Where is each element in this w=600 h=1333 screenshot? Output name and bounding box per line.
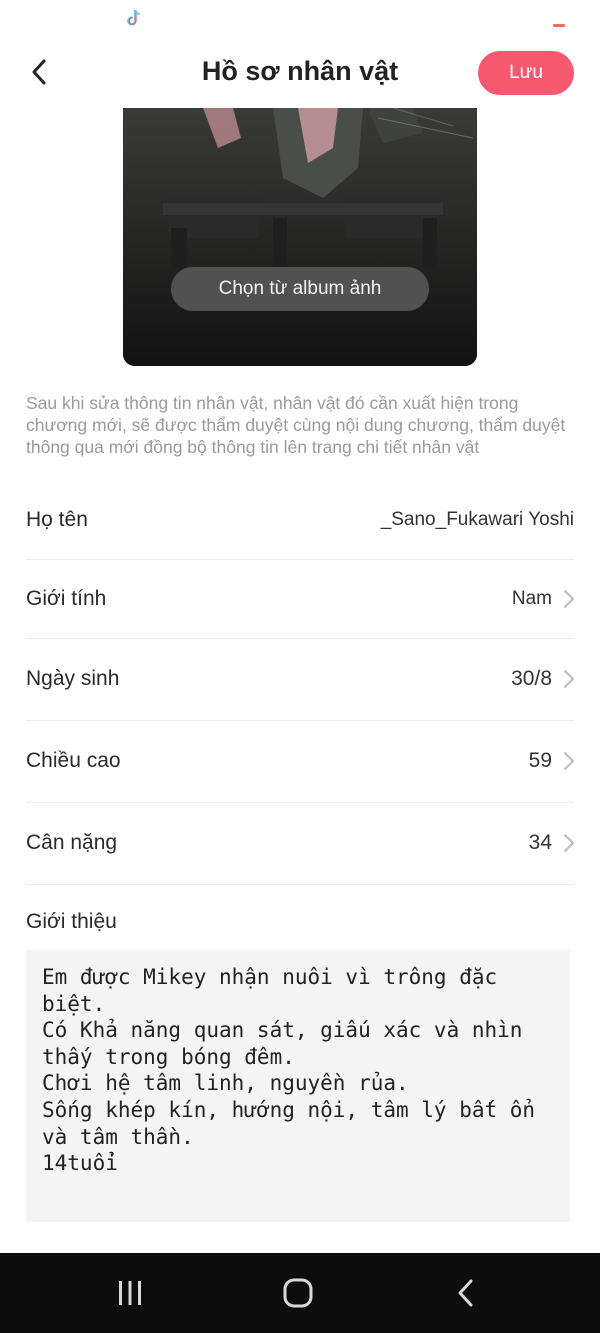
divider (26, 884, 574, 885)
system-nav-bar (0, 1253, 600, 1333)
weight-label: Cân nặng (26, 831, 118, 854)
chevron-right-icon (564, 834, 574, 852)
weight-value-wrap: 34 (529, 831, 574, 855)
character-image[interactable]: Chọn từ album ảnh (123, 108, 477, 366)
home-button[interactable] (268, 1273, 328, 1313)
height-row[interactable]: Chiều cao 59 (26, 740, 574, 782)
divider (26, 638, 574, 639)
name-value: _Sano_Fukawari Yoshi (380, 509, 574, 530)
name-value-wrap: _Sano_Fukawari Yoshi (381, 509, 574, 531)
birthday-value: 30/8 (511, 667, 552, 690)
height-value: 59 (528, 749, 552, 772)
intro-label: Giới thiệu (26, 910, 117, 933)
name-label: Họ tên (26, 508, 88, 531)
recent-apps-icon (119, 1281, 141, 1305)
status-bar (0, 0, 600, 38)
intro-textarea[interactable]: Em được Mikey nhận nuôi vì trông đặc biệ… (26, 950, 570, 1222)
gender-row[interactable]: Giới tính Nam (26, 579, 574, 619)
back-arrow-icon (458, 1279, 473, 1307)
divider (26, 802, 574, 803)
height-value-wrap: 59 (529, 749, 574, 773)
divider (26, 559, 574, 560)
divider (26, 720, 574, 721)
gender-value-wrap: Nam (512, 588, 574, 610)
chevron-right-icon (564, 670, 574, 688)
header: Hồ sơ nhân vật Lưu (0, 38, 600, 108)
gender-label: Giới tính (26, 587, 107, 610)
chevron-right-icon (564, 590, 574, 608)
save-button[interactable]: Lưu (478, 51, 574, 95)
tiktok-icon (127, 9, 141, 26)
choose-from-album-button[interactable]: Chọn từ album ảnh (171, 267, 429, 311)
birthday-label: Ngày sinh (26, 667, 120, 690)
weight-value: 34 (528, 831, 552, 854)
weight-row[interactable]: Cân nặng 34 (26, 822, 574, 864)
height-label: Chiều cao (26, 749, 121, 772)
birthday-row[interactable]: Ngày sinh 30/8 (26, 658, 574, 700)
chevron-right-icon (564, 752, 574, 770)
recent-apps-button[interactable] (100, 1273, 160, 1313)
name-row[interactable]: Họ tên _Sano_Fukawari Yoshi (26, 500, 574, 540)
gender-value: Nam (511, 588, 552, 609)
battery-icon (553, 24, 565, 27)
home-icon (283, 1278, 313, 1308)
edit-notice: Sau khi sửa thông tin nhân vật, nhân vật… (26, 393, 566, 457)
system-back-button[interactable] (436, 1273, 496, 1313)
birthday-value-wrap: 30/8 (511, 667, 574, 691)
character-artwork (123, 108, 477, 366)
